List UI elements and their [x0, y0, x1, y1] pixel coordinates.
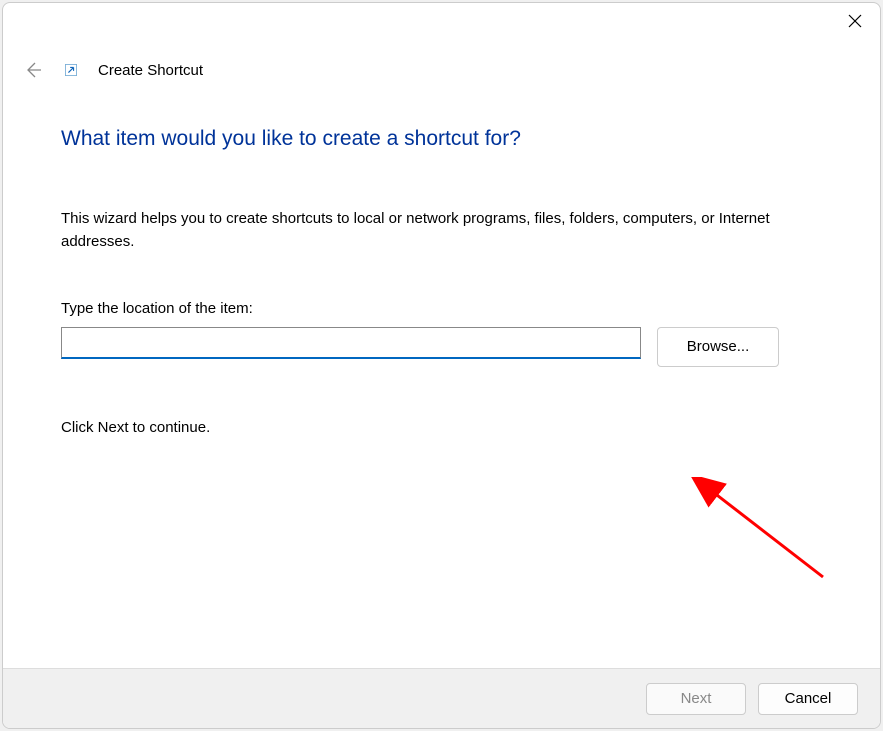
browse-button[interactable]: Browse... [657, 327, 779, 367]
shortcut-icon [64, 63, 78, 77]
next-button[interactable]: Next [646, 683, 746, 715]
continue-hint: Click Next to continue. [61, 419, 822, 436]
content-area: What item would you like to create a sho… [3, 87, 880, 668]
titlebar [3, 3, 880, 53]
header-row: Create Shortcut [3, 53, 880, 87]
back-arrow-icon [23, 60, 43, 80]
input-row: Browse... [61, 327, 822, 367]
wizard-description: This wizard helps you to create shortcut… [61, 207, 822, 254]
location-input[interactable] [61, 327, 641, 359]
close-icon [848, 14, 862, 28]
wizard-title: Create Shortcut [98, 62, 203, 79]
page-heading: What item would you like to create a sho… [61, 127, 822, 151]
wizard-window: Create Shortcut What item would you like… [2, 2, 881, 729]
footer-bar: Next Cancel [3, 668, 880, 728]
annotation-arrow-icon [683, 477, 843, 597]
location-label: Type the location of the item: [61, 300, 822, 317]
close-button[interactable] [832, 5, 878, 37]
back-button[interactable] [23, 60, 43, 80]
cancel-button[interactable]: Cancel [758, 683, 858, 715]
